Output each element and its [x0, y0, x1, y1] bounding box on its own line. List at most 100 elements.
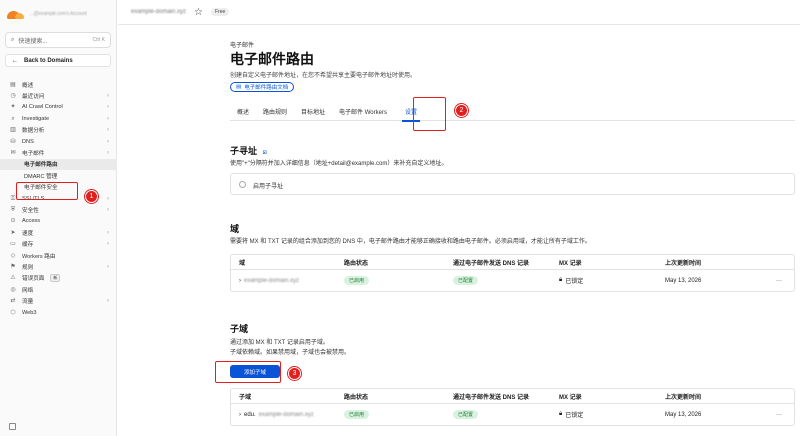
- sidebar-item-15[interactable]: ◇ Workers 路由: [0, 250, 117, 261]
- shield-icon: ⛨: [10, 206, 16, 213]
- clock-icon: ◷: [10, 93, 16, 100]
- subaddress-title: 子寻址 ⊡: [230, 144, 267, 157]
- status-badge: 已配置: [453, 410, 479, 419]
- tab-bar: 概述 路由规则 目标地址 电子邮件 Workers 设置: [230, 101, 795, 122]
- table-row[interactable]: › edu. example-domain.xyz 已启用 已配置 🔒︎ 已锁定 M…: [231, 404, 794, 425]
- sidebar-item-label: 数据分析: [22, 128, 45, 135]
- email-icon: ✉: [10, 150, 16, 157]
- sidebar-item-label: Workers 路由: [22, 253, 56, 260]
- collapse-sidebar-icon[interactable]: [9, 423, 16, 430]
- sidebar-item-11[interactable]: ⛨ 安全性 ›: [0, 204, 117, 215]
- quick-search-input[interactable]: ⌕ 快速搜索... Ctrl K: [5, 32, 111, 48]
- sidebar-item-5[interactable]: ⛁ DNS ›: [0, 136, 117, 147]
- sidebar-item-3[interactable]: ⌕ Investigate ›: [0, 113, 117, 124]
- beta-icon: ⊡: [262, 150, 267, 156]
- sidebar-item-8[interactable]: DMARC 管理: [0, 170, 117, 181]
- table-header: 域 路由状态 通过电子邮件发送 DNS 记录 MX 记录 上次更新时间: [231, 255, 794, 270]
- updated-cell: May 13, 2026: [665, 277, 702, 284]
- rules-icon: ⚑: [10, 263, 16, 270]
- tab-routing-rules[interactable]: 路由规则: [256, 101, 294, 121]
- subaddress-option-card: 启用子寻址: [230, 173, 795, 195]
- back-to-domains-button[interactable]: ← Back to Domains: [5, 54, 111, 67]
- search-placeholder: 快速搜索...: [18, 38, 48, 45]
- tab-destination-addresses[interactable]: 目标地址: [294, 101, 332, 121]
- more-actions-icon[interactable]: ···: [776, 270, 782, 291]
- sidebar-item-7[interactable]: 电子邮件路由: [0, 158, 117, 171]
- search-icon: ⌕: [11, 36, 15, 43]
- sidebar-item-12[interactable]: ⊙ Access: [0, 216, 117, 227]
- cloudflare-logo-icon: [7, 9, 24, 19]
- sidebar-item-2[interactable]: ✦ AI Crawl Control ›: [0, 102, 117, 113]
- chevron-right-icon: ›: [107, 298, 109, 305]
- investigate-icon: ⌕: [11, 115, 15, 122]
- account-header[interactable]: ...@example.com's Account: [0, 0, 116, 28]
- star-icon[interactable]: ☆: [194, 7, 203, 18]
- sidebar-item-1[interactable]: ◷ 最近访问 ›: [0, 90, 117, 101]
- subdomain-prefix: edu.: [244, 411, 256, 418]
- chevron-right-icon: ›: [107, 93, 109, 100]
- sidebar-item-label: 规则: [22, 264, 34, 271]
- sidebar-item-label: DNS: [22, 138, 34, 145]
- annotation-box-2: [413, 97, 446, 131]
- subdomain-row-name: example-domain.xyz: [258, 411, 314, 418]
- analytics-icon: ▥: [10, 127, 16, 134]
- table-row[interactable]: › example-domain.xyz 已启用 已配置 🔒︎ 已锁定 May 1…: [231, 270, 794, 291]
- status-badge: 已启用: [344, 276, 370, 285]
- workers-icon: ◇: [10, 252, 16, 259]
- sidebar-item-label: 最近访问: [22, 94, 45, 101]
- breadcrumb: 电子邮件: [230, 43, 255, 49]
- subaddress-description: 使用"+"分隔符并加入详细信息（地址+detail@example.com）来补…: [230, 161, 448, 167]
- mx-cell: 🔒︎ 已锁定: [559, 404, 583, 425]
- sidebar: ...@example.com's Account ⌕ 快速搜索... Ctrl…: [0, 0, 117, 436]
- col-last-updated: 上次更新时间: [665, 394, 702, 401]
- chevron-right-icon: ›: [107, 229, 109, 236]
- sidebar-item-0[interactable]: ▤ 概述: [0, 79, 117, 90]
- sidebar-item-label: DMARC 管理: [24, 173, 58, 180]
- dns-status-cell: 已配置: [453, 270, 479, 291]
- mx-value: 已锁定: [565, 279, 584, 285]
- sidebar-item-label: 网络: [22, 287, 34, 294]
- sidebar-item-6[interactable]: ✉ 电子邮件 ›: [0, 147, 117, 158]
- sidebar-item-4[interactable]: ▥ 数据分析 ›: [0, 125, 117, 136]
- sidebar-item-18[interactable]: ◎ 网络: [0, 284, 117, 295]
- updated-cell: May 13, 2026: [665, 411, 702, 418]
- enable-subaddress-radio[interactable]: [239, 181, 246, 188]
- docs-link[interactable]: ▤ 电子邮件路由文档: [230, 82, 295, 92]
- sidebar-item-16[interactable]: ⚑ 规则 ›: [0, 261, 117, 272]
- dns-icon: ⛁: [10, 138, 16, 145]
- chevron-right-icon[interactable]: ›: [239, 278, 241, 284]
- annotation-marker-3: 3: [288, 367, 301, 380]
- annotation-box-3: [215, 361, 281, 383]
- chevron-right-icon[interactable]: ›: [239, 412, 241, 418]
- more-actions-icon[interactable]: ···: [776, 404, 782, 425]
- mx-cell: 🔒︎ 已锁定: [559, 270, 583, 291]
- sidebar-item-20[interactable]: ⬡ Web3: [0, 307, 117, 318]
- sidebar-item-19[interactable]: ⇄ 流量 ›: [0, 295, 117, 306]
- status-badge: 已启用: [344, 410, 370, 419]
- enable-subaddress-label: 启用子寻址: [253, 184, 284, 190]
- annotation-marker-1: 1: [85, 190, 98, 203]
- domain-table: 域 路由状态 通过电子邮件发送 DNS 记录 MX 记录 上次更新时间 › ex…: [230, 254, 795, 292]
- lock-icon: 🔒︎: [559, 411, 563, 417]
- tab-email-workers[interactable]: 电子邮件 Workers: [332, 101, 394, 121]
- col-domain: 域: [239, 260, 246, 267]
- subdomain-cell: › edu. example-domain.xyz: [239, 404, 314, 425]
- chevron-right-icon: ›: [107, 263, 109, 270]
- sidebar-item-label: 安全性: [22, 207, 39, 214]
- sidebar-item-label: 错误页面: [22, 276, 45, 283]
- sidebar-item-17[interactable]: ⚠ 错误页面新: [0, 273, 117, 284]
- domain-section-title: 域: [230, 224, 240, 234]
- col-route-status: 路由状态: [344, 394, 369, 401]
- sidebar-item-label: Web3: [22, 309, 37, 316]
- subdomain-table: 子域 路由状态 通过电子邮件发送 DNS 记录 MX 记录 上次更新时间 › e…: [230, 388, 795, 426]
- tab-overview[interactable]: 概述: [230, 101, 256, 121]
- sidebar-item-13[interactable]: ➤ 速度 ›: [0, 227, 117, 238]
- sidebar-item-14[interactable]: ▭ 缓存 ›: [0, 238, 117, 249]
- domain-name[interactable]: example-domain.xyz: [131, 9, 186, 15]
- web3-icon: ⬡: [10, 309, 16, 316]
- col-mx-records: MX 记录: [559, 260, 582, 267]
- subdomain-section-title: 子域: [230, 324, 249, 334]
- sidebar-item-label: 电子邮件: [22, 151, 45, 158]
- plan-badge: Free: [211, 8, 230, 16]
- chevron-right-icon: ›: [107, 206, 109, 213]
